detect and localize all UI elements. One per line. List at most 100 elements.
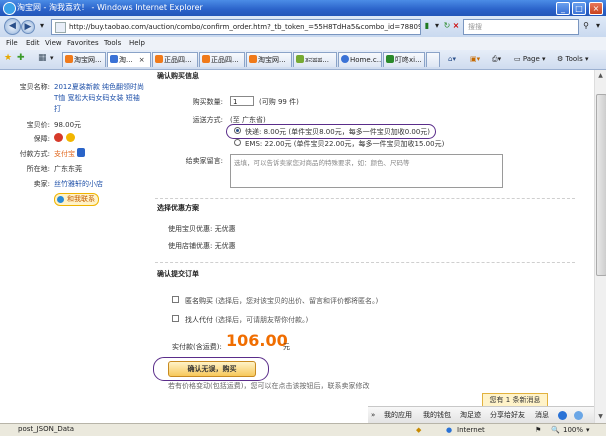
anonymous-label[interactable]: 匿名购买 — [185, 297, 213, 305]
im-messages[interactable]: 消息 — [535, 407, 549, 423]
wangwang-icon — [57, 196, 64, 203]
shipping-ems-text[interactable]: EMS: 22.00元 (单件宝贝22.00元，每多一件宝贝加收15.00元) — [245, 139, 444, 149]
product-name-line-3[interactable]: 打 — [54, 104, 61, 114]
seller-link[interactable]: 丝竹雅轩的小店 — [54, 179, 103, 189]
tab-taobao-2[interactable]: 淘宝网... — [246, 52, 292, 67]
add-favorite-icon[interactable]: ✚ — [17, 53, 25, 63]
proxy-pay-note: (选择后，可请朋友帮你付款。) — [215, 316, 309, 324]
message-textarea[interactable]: 选填，可以告诉卖家您对商品的特殊要求，如：颜色、尺码等 — [230, 154, 503, 188]
tab-list-dropdown-icon[interactable]: ▾ — [50, 54, 54, 62]
proxy-pay-label[interactable]: 找人代付 — [185, 316, 213, 324]
tab-home[interactable]: Home.c... — [338, 52, 382, 67]
seller-label: 卖家: — [33, 180, 50, 188]
feeds-icon[interactable]: ▣▾ — [470, 52, 480, 67]
scroll-up-icon[interactable]: ▲ — [596, 71, 605, 80]
shipping-express-text[interactable]: 快递: 8.00元 (单件宝贝8.00元，每多一件宝贝加收0.00元) — [245, 127, 430, 137]
new-message-popup[interactable]: 您有 1 条新消息 — [482, 393, 548, 407]
guarantee-coin-icon[interactable] — [66, 133, 75, 142]
menu-bar: File Edit View Favorites Tools Help — [0, 37, 606, 50]
stop-icon[interactable]: × — [450, 19, 462, 33]
menu-view[interactable]: View — [45, 37, 62, 50]
status-bar: post_JSON_Data ◆ ● Internet ⚑ 🔍 100% ▾ — [0, 423, 606, 436]
menu-edit[interactable]: Edit — [26, 37, 40, 50]
tab-zhengpin-2[interactable]: 正品四... — [199, 52, 245, 67]
shipping-ems-radio[interactable] — [234, 139, 241, 146]
history-dropdown-icon[interactable]: ▾ — [36, 19, 48, 33]
shipping-label: 运送方式: — [192, 116, 223, 124]
im-share[interactable]: 分享给好友 — [490, 407, 525, 423]
home-icon[interactable]: ⌂▾ — [448, 52, 456, 67]
confirm-purchase-button[interactable]: 确认无误，购买 — [168, 361, 256, 377]
menu-favorites[interactable]: Favorites — [67, 37, 99, 50]
guarantee-shield-icon[interactable] — [54, 133, 63, 142]
window-title: 淘宝网 - 淘我喜欢！ - Windows Internet Explorer — [17, 3, 203, 12]
new-tab-button[interactable] — [426, 52, 440, 67]
forward-button[interactable]: ▶ — [21, 20, 35, 34]
favorites-star-icon[interactable]: ★ — [4, 53, 12, 63]
product-name-line-2[interactable]: T恤 宽松大码女码女装 短袖 — [54, 93, 140, 103]
protected-mode-icon: ⚑ — [535, 426, 542, 434]
wangwang-icon[interactable] — [558, 411, 567, 420]
settings-icon[interactable] — [574, 411, 583, 420]
url-text: http://buy.taobao.com/auction/combo/conf… — [69, 23, 420, 31]
zoom-dropdown-icon[interactable]: ▾ — [586, 424, 590, 436]
quantity-label: 购买数量: — [192, 98, 223, 106]
section-title-order: 确认购买信息 — [157, 72, 199, 80]
search-input[interactable]: 搜搜 — [463, 19, 579, 35]
contact-seller-button[interactable]: 和我联系 — [54, 193, 99, 206]
proxy-pay-line: 找人代付 (选择后，可请朋友帮你付款。) — [185, 315, 308, 325]
address-toolbar: ◀ ▶ ▾ http://buy.taobao.com/auction/comb… — [0, 16, 606, 37]
search-dropdown-icon[interactable]: ▾ — [592, 19, 604, 33]
shipping-express-radio[interactable] — [234, 127, 241, 134]
minimize-button[interactable]: _ — [556, 2, 570, 15]
back-button[interactable]: ◀ — [4, 18, 21, 35]
print-icon[interactable]: ⎙▾ — [492, 52, 501, 67]
status-text: post_JSON_Data — [18, 425, 75, 433]
tab-zhengpin-1[interactable]: 正品四... — [152, 52, 198, 67]
anonymous-line: 匿名购买 (选择后，您对该宝贝的出价、留言和评价都将匿名。) — [185, 296, 378, 306]
maximize-button[interactable]: □ — [572, 2, 586, 15]
item-discount-text: 使用宝贝优惠: 无优惠 — [168, 225, 236, 233]
vertical-scrollbar[interactable]: ▲ ▼ — [594, 70, 606, 423]
product-name-line-1[interactable]: 2012夏装新款 纯色翻领时尚 — [54, 82, 144, 92]
im-my-apps[interactable]: 我的应用 — [384, 407, 412, 423]
anonymous-checkbox[interactable] — [172, 296, 179, 303]
location-value: 广东东莞 — [54, 165, 82, 173]
product-price-value: 98.00元 — [54, 121, 82, 129]
address-input[interactable]: http://buy.taobao.com/auction/combo/conf… — [51, 19, 421, 35]
im-my-wallet[interactable]: 我的钱包 — [423, 407, 451, 423]
section-divider — [155, 262, 575, 263]
ie-logo-icon — [3, 2, 16, 15]
total-label: 实付款(含运费): — [172, 343, 222, 351]
quick-tabs-icon[interactable]: ▦ — [38, 53, 47, 63]
section-divider — [155, 198, 575, 199]
total-unit: 元 — [283, 343, 290, 351]
scroll-down-icon[interactable]: ▼ — [596, 412, 605, 421]
im-footprint[interactable]: 淘足迹 — [460, 407, 481, 423]
tab-taobao-1[interactable]: 淘宝网... — [62, 52, 106, 67]
tab-kannada[interactable]: ತನಹಹ... — [293, 52, 337, 67]
proxy-pay-checkbox[interactable] — [172, 315, 179, 322]
zoom-level[interactable]: 100% — [563, 424, 583, 436]
product-price-label: 宝贝价: — [26, 121, 50, 129]
menu-file[interactable]: File — [6, 37, 18, 50]
tools-menu[interactable]: ⚙ Tools ▾ — [557, 52, 589, 67]
page-menu[interactable]: ▭ Page ▾ — [514, 52, 546, 67]
tab-current[interactable]: 淘... × — [107, 52, 151, 67]
total-amount: 106.00 — [226, 331, 288, 350]
quantity-available: (可购 99 件) — [259, 98, 299, 106]
quantity-input[interactable]: 1 — [230, 96, 254, 106]
scroll-thumb[interactable] — [596, 94, 606, 276]
page-content: 宝贝名称: 2012夏装新款 纯色翻领时尚 T恤 宽松大码女码女装 短袖 打 宝… — [0, 70, 594, 423]
menu-tools[interactable]: Tools — [104, 37, 121, 50]
close-window-button[interactable]: × — [589, 2, 603, 15]
payment-value[interactable]: 支付宝 — [54, 149, 75, 159]
security-lock-icon: ◆ — [416, 426, 422, 434]
menu-help[interactable]: Help — [129, 37, 145, 50]
anonymous-note: (选择后，您对该宝贝的出价、留言和评价都将匿名。) — [215, 297, 379, 305]
tab-dingdong[interactable]: 叮咚xi... — [383, 52, 425, 67]
im-collapse-icon[interactable]: » — [371, 407, 375, 423]
search-icon[interactable]: ⚲ — [580, 19, 592, 33]
section-title-discount: 选择优惠方案 — [157, 204, 199, 212]
close-tab-icon[interactable]: × — [139, 56, 145, 64]
